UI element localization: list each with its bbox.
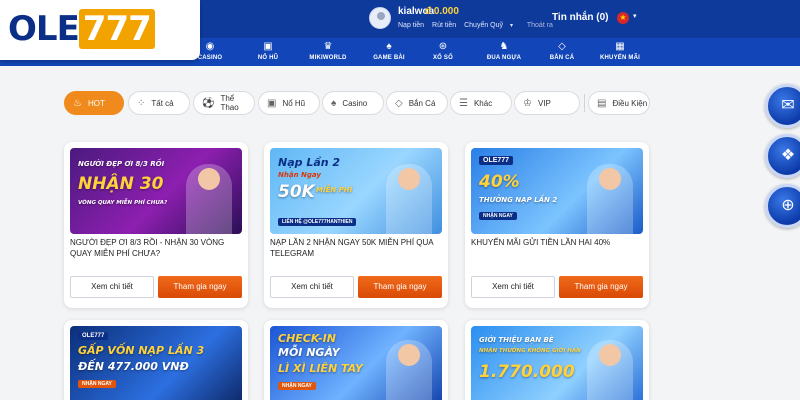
promo-banner[interactable]: Nạp Lần 2 Nhận Ngay 50K MIỄN PHÍ LIÊN HỆ…	[270, 148, 442, 234]
filter-vip[interactable]: ♔ VIP	[514, 91, 580, 115]
mikiworld-icon: ♛	[323, 41, 333, 52]
fish-icon: ◇	[558, 41, 566, 52]
document-icon: ▤	[597, 97, 607, 109]
promo-banner[interactable]: CHECK-IN MỖI NGÀY LÌ XÌ LIÊN TAY NHẬN NG…	[270, 326, 442, 400]
globe-button[interactable]: ⊕	[765, 184, 800, 228]
nav-mikiworld[interactable]: ♛ MIKIWORLD	[296, 38, 360, 66]
messages-link[interactable]: Tin nhắn (0)	[552, 12, 608, 23]
horse-icon: ♞	[499, 41, 509, 52]
transfer-link[interactable]: Chuyển Quỹ ▾	[464, 22, 519, 29]
flame-icon: ♨	[73, 97, 82, 109]
view-details-button[interactable]: Xem chi tiết	[270, 276, 354, 298]
promo-card: NGƯỜI ĐẸP ƠI 8/3 RỒI NHẬN 30 VÒNG QUAY M…	[64, 142, 248, 308]
globe-icon: ⊕	[781, 197, 795, 214]
cards-icon: ♠	[331, 97, 337, 109]
model-image	[587, 164, 633, 234]
view-details-button[interactable]: Xem chi tiết	[70, 276, 154, 298]
model-image	[186, 164, 232, 234]
grid-icon: ⁘	[137, 97, 146, 109]
join-now-button[interactable]: Tham gia ngay	[559, 276, 643, 298]
promo-card: OLE777 40% THƯỞNG NẠP LẦN 2 NHẬN NGAY KH…	[465, 142, 649, 308]
promo-title: NGƯỜI ĐẸP ƠI 8/3 RỒI - NHẬN 30 VÒNG QUAY…	[70, 238, 225, 258]
filter-sports[interactable]: ⚽ Thể Thao	[193, 91, 255, 115]
divider	[584, 94, 585, 112]
promo-card: OLE777 GẤP VỐN NẠP LẦN 3 ĐẾN 477.000 VNĐ…	[64, 320, 248, 400]
nav-khuyen-mai[interactable]: ▦ KHUYẾN MÃI	[588, 38, 652, 66]
fish-icon: ◇	[395, 97, 403, 109]
filter-all[interactable]: ⁘ Tất cả	[128, 91, 190, 115]
promo-banner[interactable]: OLE777 40% THƯỞNG NẠP LẦN 2 NHẬN NGAY	[471, 148, 643, 234]
chevron-down-icon[interactable]: ▾	[633, 12, 637, 20]
promo-title: NẠP LẦN 2 NHẬN NGAY 50K MIỄN PHÍ QUA TEL…	[270, 238, 434, 258]
slot-machine-icon: ▣	[263, 41, 273, 52]
filter-slots[interactable]: ▣ Nổ Hũ	[258, 91, 320, 115]
promo-card: Nạp Lần 2 Nhận Ngay 50K MIỄN PHÍ LIÊN HỆ…	[264, 142, 448, 308]
gift-icon: ▦	[615, 41, 625, 52]
filter-casino[interactable]: ♠ Casino	[322, 91, 384, 115]
mail-icon: ✉	[781, 97, 795, 114]
filter-hot[interactable]: ♨ HOT	[64, 91, 124, 115]
deposit-link[interactable]: Nạp tiền	[398, 22, 424, 29]
vietnam-flag-icon[interactable]: ★	[617, 12, 629, 24]
soccer-ball-icon: ⚽	[202, 97, 215, 109]
logo-text: OLE	[8, 9, 80, 49]
logo-number: 777	[78, 9, 155, 49]
chevron-down-icon: ▾	[510, 23, 514, 29]
filter-other[interactable]: ☰ Khác	[450, 91, 512, 115]
cards-icon: ♠	[386, 41, 392, 52]
nav-no-hu[interactable]: ▣ NỔ HŨ	[236, 38, 300, 66]
account-links: Nạp tiền Rút tiền Chuyển Quỹ ▾ Thoát ra	[398, 22, 559, 29]
promo-banner[interactable]: NGƯỜI ĐẸP ƠI 8/3 RỒI NHẬN 30 VÒNG QUAY M…	[70, 148, 242, 234]
balance: đ 0.000	[425, 6, 459, 17]
nav-dua-ngua[interactable]: ♞ ĐUA NGỰA	[472, 38, 536, 66]
filter-conditions[interactable]: ▤ Điều Kiện	[588, 91, 650, 115]
menu-icon: ☰	[459, 97, 468, 109]
join-now-button[interactable]: Tham gia ngay	[158, 276, 242, 298]
view-details-button[interactable]: Xem chi tiết	[471, 276, 555, 298]
promo-banner[interactable]: GIỚI THIỆU BẠN BÈ NHẬN THƯỞNG KHÔNG GIỚI…	[471, 326, 643, 400]
join-now-button[interactable]: Tham gia ngay	[358, 276, 442, 298]
promo-banner[interactable]: OLE777 GẤP VỐN NẠP LẦN 3 ĐẾN 477.000 VNĐ…	[70, 326, 242, 400]
avatar[interactable]	[369, 7, 391, 29]
slot-machine-icon: ▣	[267, 97, 277, 109]
withdraw-link[interactable]: Rút tiền	[432, 22, 456, 29]
promo-title: KHUYẾN MÃI GỬI TIỀN LẦN HAI 40%	[471, 238, 611, 247]
promo-card: GIỚI THIỆU BẠN BÈ NHẬN THƯỞNG KHÔNG GIỚI…	[465, 320, 649, 400]
chat-icon: ❖	[780, 147, 796, 164]
model-image	[386, 164, 432, 234]
logout-link[interactable]: Thoát ra	[527, 22, 553, 29]
model-image	[386, 340, 432, 400]
nav-xo-so[interactable]: ⊛ XỔ SỐ	[411, 38, 475, 66]
nav-ban-ca[interactable]: ◇ BẮN CÁ	[530, 38, 594, 66]
promo-card: CHECK-IN MỖI NGÀY LÌ XÌ LIÊN TAY NHẬN NG…	[264, 320, 448, 400]
crown-icon: ♔	[523, 97, 532, 109]
chip-icon: ◉	[205, 41, 215, 52]
logo[interactable]: OLE 777	[0, 0, 200, 60]
filter-fishing[interactable]: ◇ Bắn Cá	[386, 91, 448, 115]
mail-button[interactable]: ✉	[765, 84, 800, 128]
lottery-ball-icon: ⊛	[438, 41, 448, 52]
chat-button[interactable]: ❖	[765, 134, 800, 178]
model-image	[587, 340, 633, 400]
